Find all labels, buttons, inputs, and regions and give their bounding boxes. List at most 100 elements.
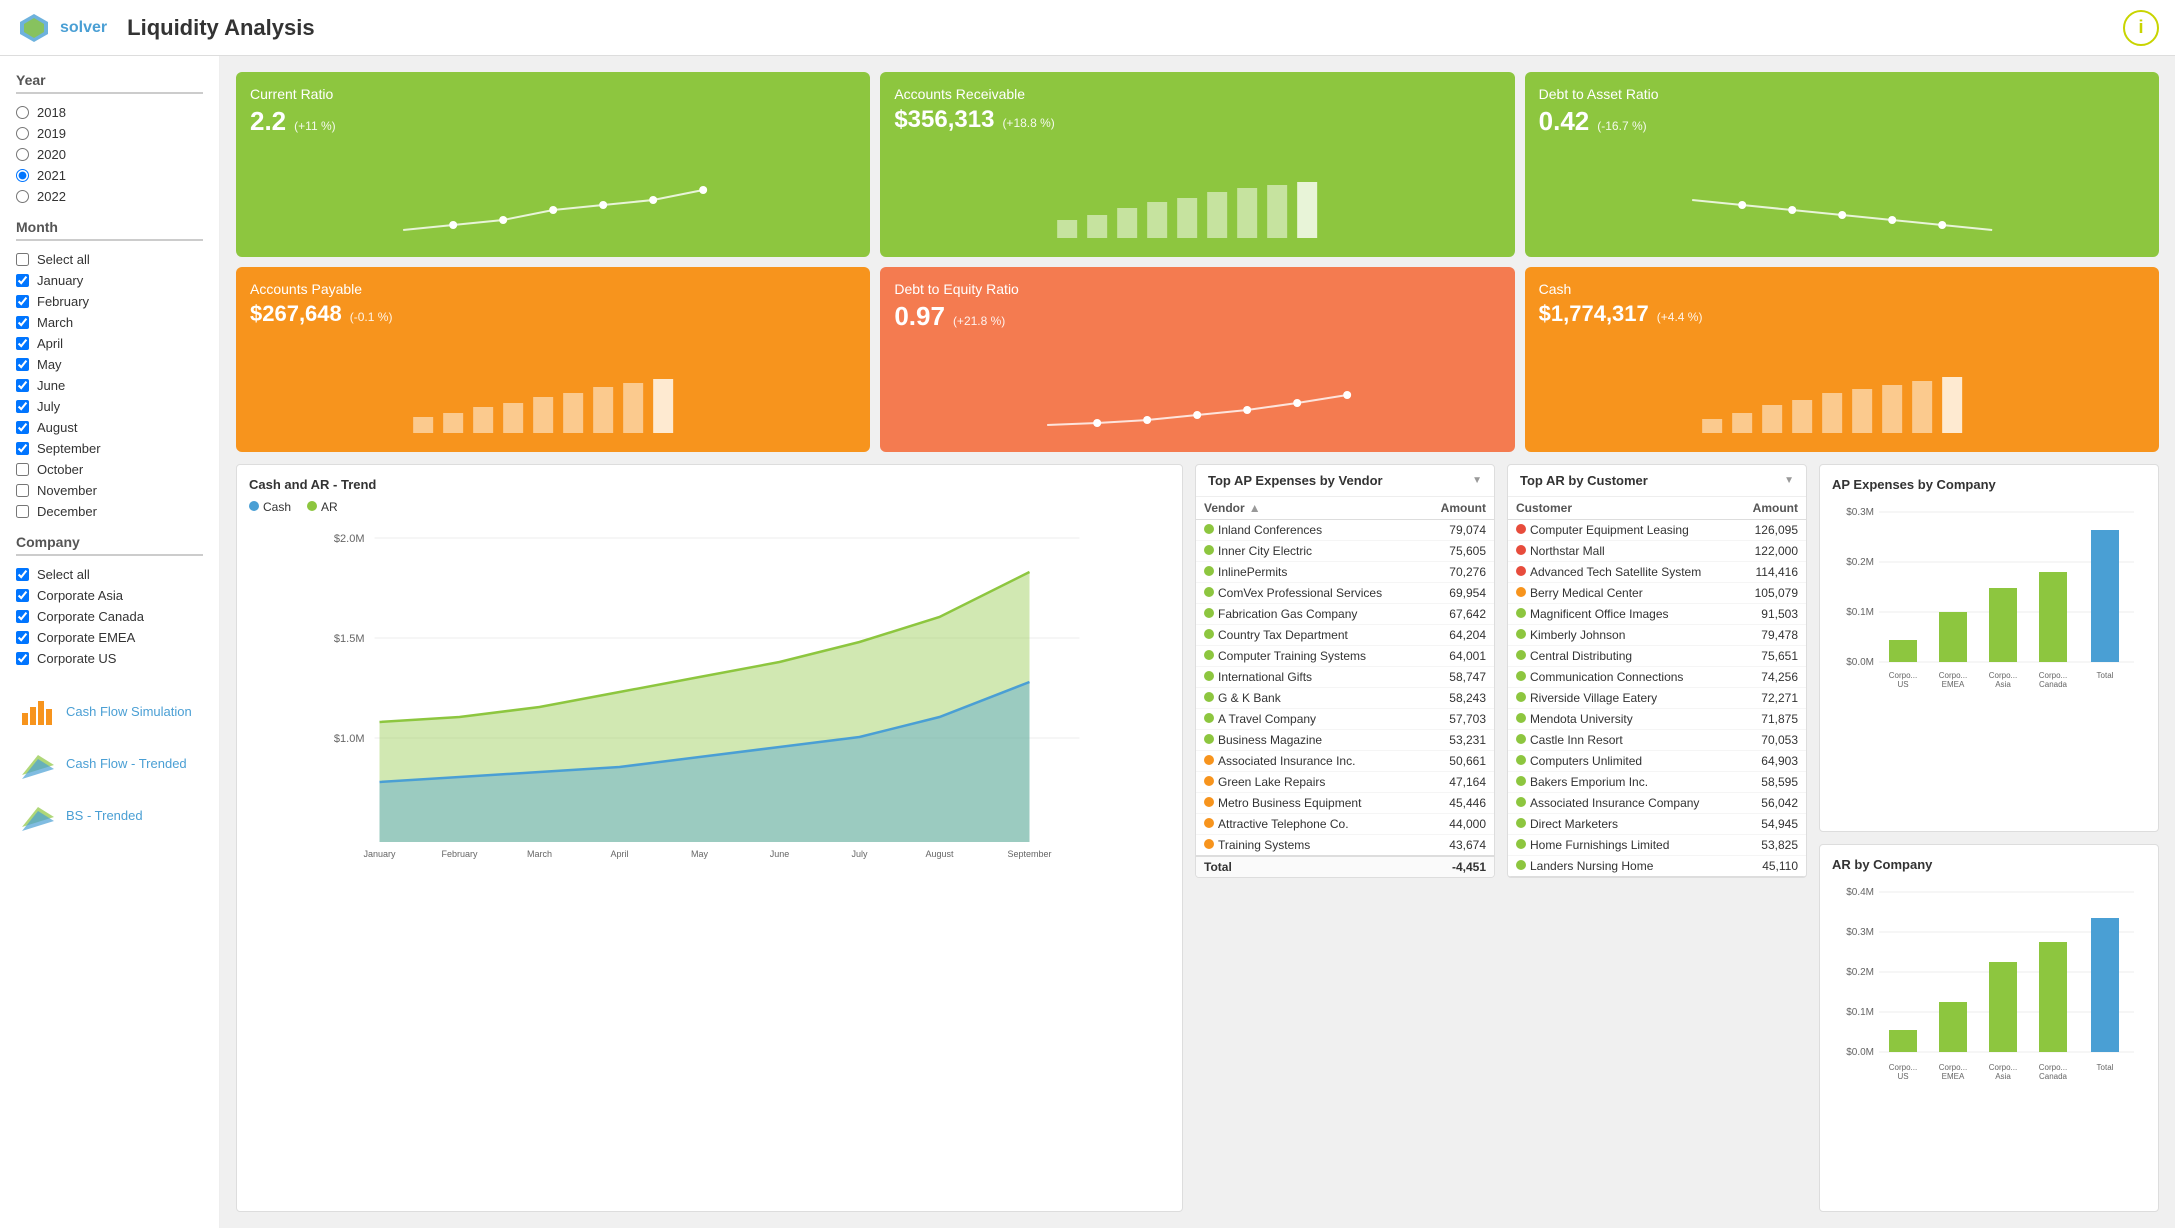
ap-status-dot [1204,692,1214,702]
svg-text:Total: Total [2097,671,2114,680]
ap-amount-cell: 58,747 [1422,667,1494,688]
month-august[interactable]: August [16,417,203,438]
svg-text:$1.5M: $1.5M [334,633,365,645]
kpi-grid: Current Ratio 2.2 (+11 %) [236,72,2159,452]
bs-trended-link[interactable]: BS - Trended [16,789,203,841]
cash-flow-trended-link[interactable]: Cash Flow - Trended [16,737,203,789]
month-november[interactable]: November [16,480,203,501]
ar-status-dot [1516,692,1526,702]
month-october[interactable]: October [16,459,203,480]
ar-table-row: Bakers Emporium Inc. 58,595 [1508,772,1806,793]
month-february[interactable]: February [16,291,203,312]
ar-customer-header: Customer [1508,497,1736,520]
ar-amount-cell: 53,825 [1736,835,1806,856]
company-select-all[interactable]: Select all [16,564,203,585]
company-emea[interactable]: Corporate EMEA [16,627,203,648]
ap-status-dot [1204,608,1214,618]
svg-text:$0.3M: $0.3M [1846,507,1874,518]
company-asia[interactable]: Corporate Asia [16,585,203,606]
svg-text:June: June [770,849,790,859]
year-2020[interactable]: 2020 [16,144,203,165]
svg-text:$0.2M: $0.2M [1846,557,1874,568]
svg-text:Corpo...: Corpo... [2039,1063,2067,1072]
ar-table-row: Communication Connections 74,256 [1508,667,1806,688]
ap-amount-cell: 64,001 [1422,646,1494,667]
logo-text: solver [60,19,107,37]
ar-customer-cell: Direct Marketers [1508,814,1736,835]
bar-chart-icon [20,693,56,729]
kpi-ar-title: Accounts Receivable [894,86,1500,102]
ar-data-table: Customer Amount Computer Equipment Leasi… [1508,497,1806,877]
kpi-debt-equity-value: 0.97 [894,301,945,332]
ar-customer-cell: Mendota University [1508,709,1736,730]
ar-table-row: Mendota University 71,875 [1508,709,1806,730]
month-december[interactable]: December [16,501,203,522]
svg-text:Total: Total [2097,1063,2114,1072]
ap-table-row: ComVex Professional Services 69,954 [1196,583,1494,604]
year-2019[interactable]: 2019 [16,123,203,144]
svg-text:May: May [691,849,709,859]
ar-table-row: Landers Nursing Home 45,110 [1508,856,1806,878]
ar-customer-cell: Associated Insurance Company [1508,793,1736,814]
company-canada[interactable]: Corporate Canada [16,606,203,627]
kpi-debt-equity-title: Debt to Equity Ratio [894,281,1500,297]
svg-text:September: September [1007,849,1051,859]
ap-amount-header: Amount [1422,497,1494,520]
ar-customer-cell: Central Distributing [1508,646,1736,667]
ap-amount-cell: 44,000 [1422,814,1494,835]
month-april[interactable]: April [16,333,203,354]
ar-table-row: Home Furnishings Limited 53,825 [1508,835,1806,856]
trend-chart-svg: $2.0M $1.5M $1.0M [249,522,1170,862]
month-january[interactable]: January [16,270,203,291]
company-us[interactable]: Corporate US [16,648,203,669]
cash-flow-simulation-link[interactable]: Cash Flow Simulation [16,685,203,737]
month-march[interactable]: March [16,312,203,333]
month-september[interactable]: September [16,438,203,459]
info-button[interactable]: i [2123,10,2159,46]
svg-text:Corpo...: Corpo... [1989,1063,2017,1072]
ar-table-scroll[interactable]: Customer Amount Computer Equipment Leasi… [1508,497,1806,877]
ap-status-dot [1204,839,1214,849]
year-2018[interactable]: 2018 [16,102,203,123]
year-2021[interactable]: 2021 [16,165,203,186]
ar-table-row: Associated Insurance Company 56,042 [1508,793,1806,814]
content-area: Current Ratio 2.2 (+11 %) [220,56,2175,1228]
trend-icon-1 [20,745,56,781]
ap-table-row: Green Lake Repairs 47,164 [1196,772,1494,793]
svg-text:EMEA: EMEA [1942,680,1965,689]
month-july[interactable]: July [16,396,203,417]
month-june[interactable]: June [16,375,203,396]
ap-vendor-cell: Associated Insurance Inc. [1196,751,1422,772]
ar-status-dot [1516,713,1526,723]
trend-icon-2 [20,797,56,833]
ap-table-scroll[interactable]: Vendor▲ Amount Inland Conferences 79,074… [1196,497,1494,877]
ap-vendor-cell: Inner City Electric [1196,541,1422,562]
ap-total-amount: -4,451 [1422,856,1494,877]
month-section-title: Month [16,219,203,241]
svg-text:$0.0M: $0.0M [1846,1047,1874,1058]
ar-customer-cell: Bakers Emporium Inc. [1508,772,1736,793]
year-2022[interactable]: 2022 [16,186,203,207]
month-may[interactable]: May [16,354,203,375]
ar-customer-cell: Computer Equipment Leasing [1508,520,1736,541]
ar-status-dot [1516,734,1526,744]
kpi-debt-asset: Debt to Asset Ratio 0.42 (-16.7 %) [1525,72,2159,257]
svg-text:$0.1M: $0.1M [1846,1007,1874,1018]
month-select-all[interactable]: Select all [16,249,203,270]
kpi-ap-value: $267,648 [250,301,342,327]
ar-amount-cell: 70,053 [1736,730,1806,751]
svg-text:$1.0M: $1.0M [334,733,365,745]
ar-amount-cell: 91,503 [1736,604,1806,625]
ap-vendor-cell: Country Tax Department [1196,625,1422,646]
ar-scroll-indicator: ▼ [1784,475,1794,486]
trend-legend: Cash AR [249,500,1170,514]
ar-table-row: Central Distributing 75,651 [1508,646,1806,667]
ap-amount-cell: 69,954 [1422,583,1494,604]
kpi-debt-equity-change: (+21.8 %) [953,314,1005,328]
ap-table-row: Metro Business Equipment 45,446 [1196,793,1494,814]
main-layout: Year 2018 2019 2020 2021 2022 Month Sele… [0,56,2175,1228]
kpi-current-ratio-title: Current Ratio [250,86,856,102]
ap-vendor-cell: International Gifts [1196,667,1422,688]
ap-amount-cell: 79,074 [1422,520,1494,541]
ar-status-dot [1516,797,1526,807]
